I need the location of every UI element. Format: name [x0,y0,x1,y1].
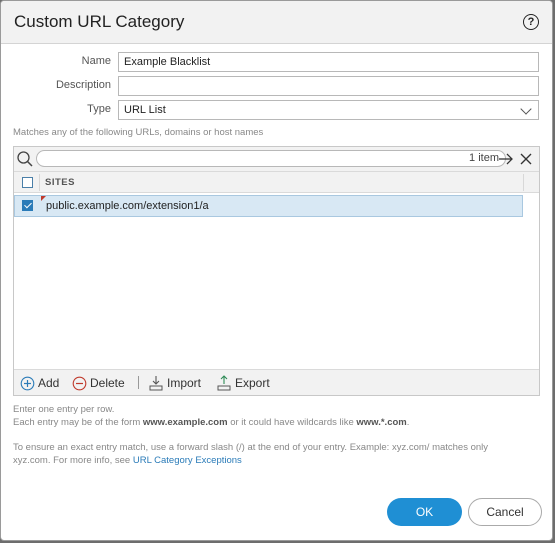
help-icon[interactable]: ? [523,14,539,30]
ok-button[interactable]: OK [387,498,462,526]
info-text: . [406,416,410,428]
name-label: Name [81,55,111,67]
add-icon [20,376,35,390]
chevron-down-icon [520,103,532,115]
arrow-right-icon[interactable] [498,152,514,166]
type-row: Type URL List [1,100,552,120]
column-separator [523,174,524,191]
name-row: Name Example Blacklist [1,52,552,72]
url-category-exceptions-link[interactable]: URL Category Exceptions [133,455,242,466]
item-count: 1 item [469,152,499,164]
dialog-titlebar: Custom URL Category ? [1,1,552,44]
export-icon [217,375,231,391]
info-line: To ensure an exact entry match, use a fo… [13,442,489,453]
add-label: Add [38,376,60,390]
delete-button[interactable]: Delete [72,375,125,391]
add-button[interactable]: Add [20,375,59,391]
info-line: xyz.com. For more info, see URL Category… [13,455,488,468]
info-line: Each entry may be of the form www.exampl… [13,417,409,430]
description-label: Description [55,79,111,91]
info-line: Enter one entry per row. [13,404,115,415]
table-row[interactable]: public.example.com/extension1/a [14,195,523,217]
column-separator [39,174,40,191]
info-text: xyz.com. For more info, see [13,454,133,466]
name-field[interactable]: Example Blacklist [118,52,539,72]
delete-label: Delete [90,376,125,390]
search-input[interactable]: 1 item [36,150,506,167]
type-label: Type [87,103,111,115]
grid-toolbar: 1 item [14,147,539,171]
grid-header: SITES [14,171,539,193]
info-text: Each entry may be of the form [13,416,143,428]
clear-filter-icon[interactable] [519,152,533,166]
search-icon [17,151,33,167]
delete-icon [72,376,87,390]
info-example: www.*.com [356,416,407,428]
export-label: Export [235,376,270,390]
sites-column-header[interactable]: SITES [45,177,75,188]
row-checkbox[interactable] [22,200,33,211]
sites-grid: 1 item SITES public.example.com/extensio… [13,146,540,396]
check-icon [24,200,32,209]
export-button[interactable]: Export [216,375,270,391]
custom-url-category-dialog: Custom URL Category ? Name Example Black… [0,0,553,541]
dialog-title: Custom URL Category [14,12,185,31]
import-label: Import [167,376,202,390]
site-cell: public.example.com/extension1/a [46,200,209,212]
toolbar-divider [138,376,139,389]
info-text: or it could have wildcards like [227,416,357,428]
select-all-checkbox[interactable] [22,177,33,188]
type-select[interactable]: URL List [118,100,539,120]
import-button[interactable]: Import [148,375,201,391]
info-example: www.example.com [142,416,228,428]
description-field[interactable] [118,76,539,96]
cancel-button[interactable]: Cancel [468,498,542,526]
exact-match-instructions: To ensure an exact entry match, use a fo… [13,442,488,467]
type-select-value: URL List [124,104,166,116]
import-icon [149,376,163,391]
grid-footer: Add Delete Import Export [14,369,539,395]
hint-text: Matches any of the following URLs, domai… [13,127,264,138]
entry-instructions: Enter one entry per row. Each entry may … [13,404,409,429]
description-row: Description [1,76,552,96]
